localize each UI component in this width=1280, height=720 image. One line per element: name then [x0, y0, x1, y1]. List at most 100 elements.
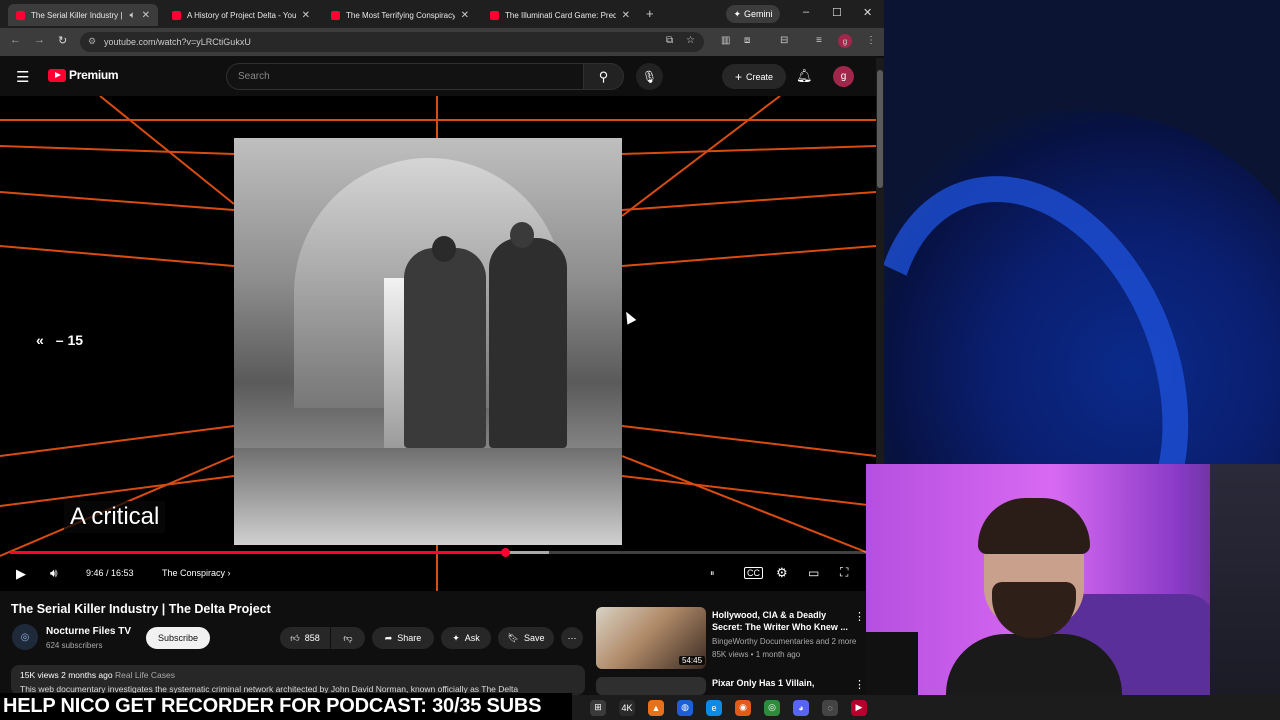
play-icon: ▶ [16, 566, 26, 581]
save-button[interactable]: 🔖︎ Save [498, 627, 554, 649]
chapter-label: The Conspiracy [162, 568, 226, 578]
play-button[interactable]: ▶ [16, 566, 26, 582]
youtube-app-icon[interactable]: ▶ [851, 699, 867, 716]
edge-icon[interactable]: e [706, 699, 722, 716]
more-actions-button[interactable]: ⋯ [561, 627, 583, 649]
share-button[interactable]: ➦ Share [372, 627, 434, 649]
description-tag[interactable]: Real Life Cases [115, 670, 175, 680]
vlc-icon[interactable]: ▲ [648, 699, 664, 716]
obs-icon[interactable]: ◌ [822, 699, 838, 716]
tab-close-icon[interactable]: ✕ [622, 10, 630, 21]
subscribe-button[interactable]: Subscribe [146, 627, 210, 649]
channel-name[interactable]: Nocturne Files TV [46, 626, 131, 637]
seek-back-label: – 15 [55, 332, 84, 348]
fullscreen-icon[interactable]: ⛶ [840, 565, 848, 580]
tab-close-icon[interactable]: ✕ [302, 10, 310, 21]
youtube-premium-logo[interactable]: Premium [48, 68, 119, 82]
close-window-button[interactable]: ✕ [863, 6, 872, 19]
like-button[interactable]: 👍︎ 858 [280, 627, 330, 649]
figure-right [489, 238, 567, 448]
create-button[interactable]: + Create [722, 64, 786, 89]
search-input[interactable]: Search [226, 63, 584, 90]
volume-button[interactable]: 🔊︎ [50, 566, 58, 581]
logo-text: Premium [69, 68, 119, 82]
scrubber-handle[interactable] [501, 548, 510, 557]
closed-caption-text: A critical [64, 501, 166, 533]
tab-search-icon[interactable]: ⊟ [780, 35, 788, 46]
webcam-person-hair [978, 498, 1090, 554]
site-info-icon[interactable]: ⚙ [88, 36, 96, 47]
chapter-button[interactable]: The Conspiracy › [162, 568, 231, 578]
hamburger-menu-icon[interactable]: ☰ [16, 68, 29, 86]
account-avatar[interactable]: g [833, 66, 854, 87]
channel-avatar[interactable]: ◎ [12, 624, 38, 650]
video-duration-badge: 54:45 [679, 656, 706, 665]
chrome-icon[interactable]: ◎ [764, 699, 780, 716]
back-arrow-icon[interactable]: ← [10, 34, 21, 46]
share-arrow-icon: ➦ [384, 632, 393, 643]
media-control-icon[interactable]: ≡ [816, 35, 822, 46]
theater-mode-icon[interactable]: ▭ [808, 566, 819, 580]
firefox-icon[interactable]: ◉ [735, 699, 751, 716]
figure-right-head [510, 222, 534, 248]
maximize-button[interactable]: ☐ [832, 6, 842, 19]
install-icon[interactable]: ⧉ [666, 35, 673, 46]
bookmark-star-icon[interactable]: ☆ [686, 35, 695, 46]
4k-app-icon[interactable]: 4K [619, 699, 635, 716]
globe-icon[interactable]: ◍ [677, 699, 693, 716]
recommendation-menu-icon[interactable]: ⋮ [854, 610, 865, 623]
recommendation-meta: 85K views • 1 month ago [712, 650, 801, 659]
autoplay-toggle[interactable]: ⏸︎ [710, 568, 715, 579]
tab-conspiracy[interactable]: The Most Terrifying Conspiracy ✕ [323, 4, 477, 26]
voice-search-button[interactable]: 🎙︎ [636, 63, 663, 90]
dislike-button[interactable]: 👎︎ [331, 627, 365, 649]
new-tab-button[interactable]: + [646, 6, 654, 21]
progress-played [10, 551, 505, 554]
recommendation-menu-icon[interactable]: ⋮ [854, 678, 865, 691]
forward-arrow-icon[interactable]: → [34, 34, 45, 46]
discord-icon[interactable]: ◕ [793, 699, 809, 716]
reload-icon[interactable]: ↻ [58, 34, 67, 47]
taskview-icon[interactable]: ⊞ [590, 699, 606, 716]
webcam-overlay [866, 464, 1280, 696]
chevron-right-icon: › [227, 568, 231, 578]
extensions-icon[interactable]: ⧈ [744, 35, 750, 46]
recommendation-thumbnail[interactable] [596, 677, 706, 695]
captions-button[interactable]: CC [744, 567, 763, 579]
address-bar[interactable]: ⚙ youtube.com/watch?v=yLRCtiGukxU ⧉ ☆ [80, 32, 704, 52]
youtube-logo-icon [48, 68, 66, 82]
ask-button[interactable]: ✦ Ask [441, 627, 491, 649]
create-label: Create [746, 71, 774, 82]
minimize-button[interactable]: – [803, 6, 809, 18]
stream-banner: HELP NICO GET RECORDER FOR PODCAST: 30/3… [0, 693, 572, 720]
recommendation-title[interactable]: Pixar Only Has 1 Villain, [712, 678, 814, 688]
settings-gear-icon[interactable]: ⚙ [776, 565, 788, 581]
notifications-bell-icon[interactable]: 🔔︎ [796, 68, 813, 84]
tab-project-delta[interactable]: A History of Project Delta - You ✕ [164, 4, 318, 26]
recommendation-channel[interactable]: BingeWorthy Documentaries and 2 more [712, 637, 856, 646]
figure-left [404, 248, 486, 448]
share-label: Share [397, 633, 422, 643]
tab-illuminati[interactable]: The Illuminati Card Game: Predi ✕ [482, 4, 638, 26]
tab-close-icon[interactable]: ✕ [142, 10, 150, 21]
tab-serial-killer[interactable]: The Serial Killer Industry | T 🔈︎ ✕ [8, 4, 158, 26]
video-player[interactable]: « – 15 A critical ▶ 🔊︎ 9:46 / 16:53 The … [0, 96, 876, 591]
gemini-button[interactable]: ✦ Gemini [726, 5, 780, 23]
browser-window: The Serial Killer Industry | T 🔈︎ ✕ A Hi… [0, 0, 884, 695]
speaker-icon: 🔈︎ [129, 9, 136, 21]
reading-list-icon[interactable]: ▥ [721, 35, 730, 46]
bookmark-icon: 🔖︎ [507, 632, 519, 643]
double-chevron-left-icon: « [36, 332, 44, 348]
channel-logo-icon: ◎ [20, 631, 30, 643]
volume-icon: 🔊︎ [50, 566, 58, 580]
figure-left-head [432, 236, 456, 262]
views-date: 15K views 2 months ago [20, 670, 113, 680]
scrollbar-thumb[interactable] [877, 70, 883, 188]
tab-close-icon[interactable]: ✕ [461, 10, 469, 21]
thumbs-up-icon: 👍︎ [290, 632, 300, 643]
profile-avatar[interactable]: g [838, 34, 852, 48]
seek-back-indicator: « – 15 [36, 332, 83, 348]
recommendation-title[interactable]: Hollywood, CIA & a Deadly Secret: The Wr… [712, 609, 852, 633]
search-button[interactable]: ⚲ [583, 63, 624, 90]
chrome-menu-icon[interactable]: ⋮ [866, 35, 876, 46]
